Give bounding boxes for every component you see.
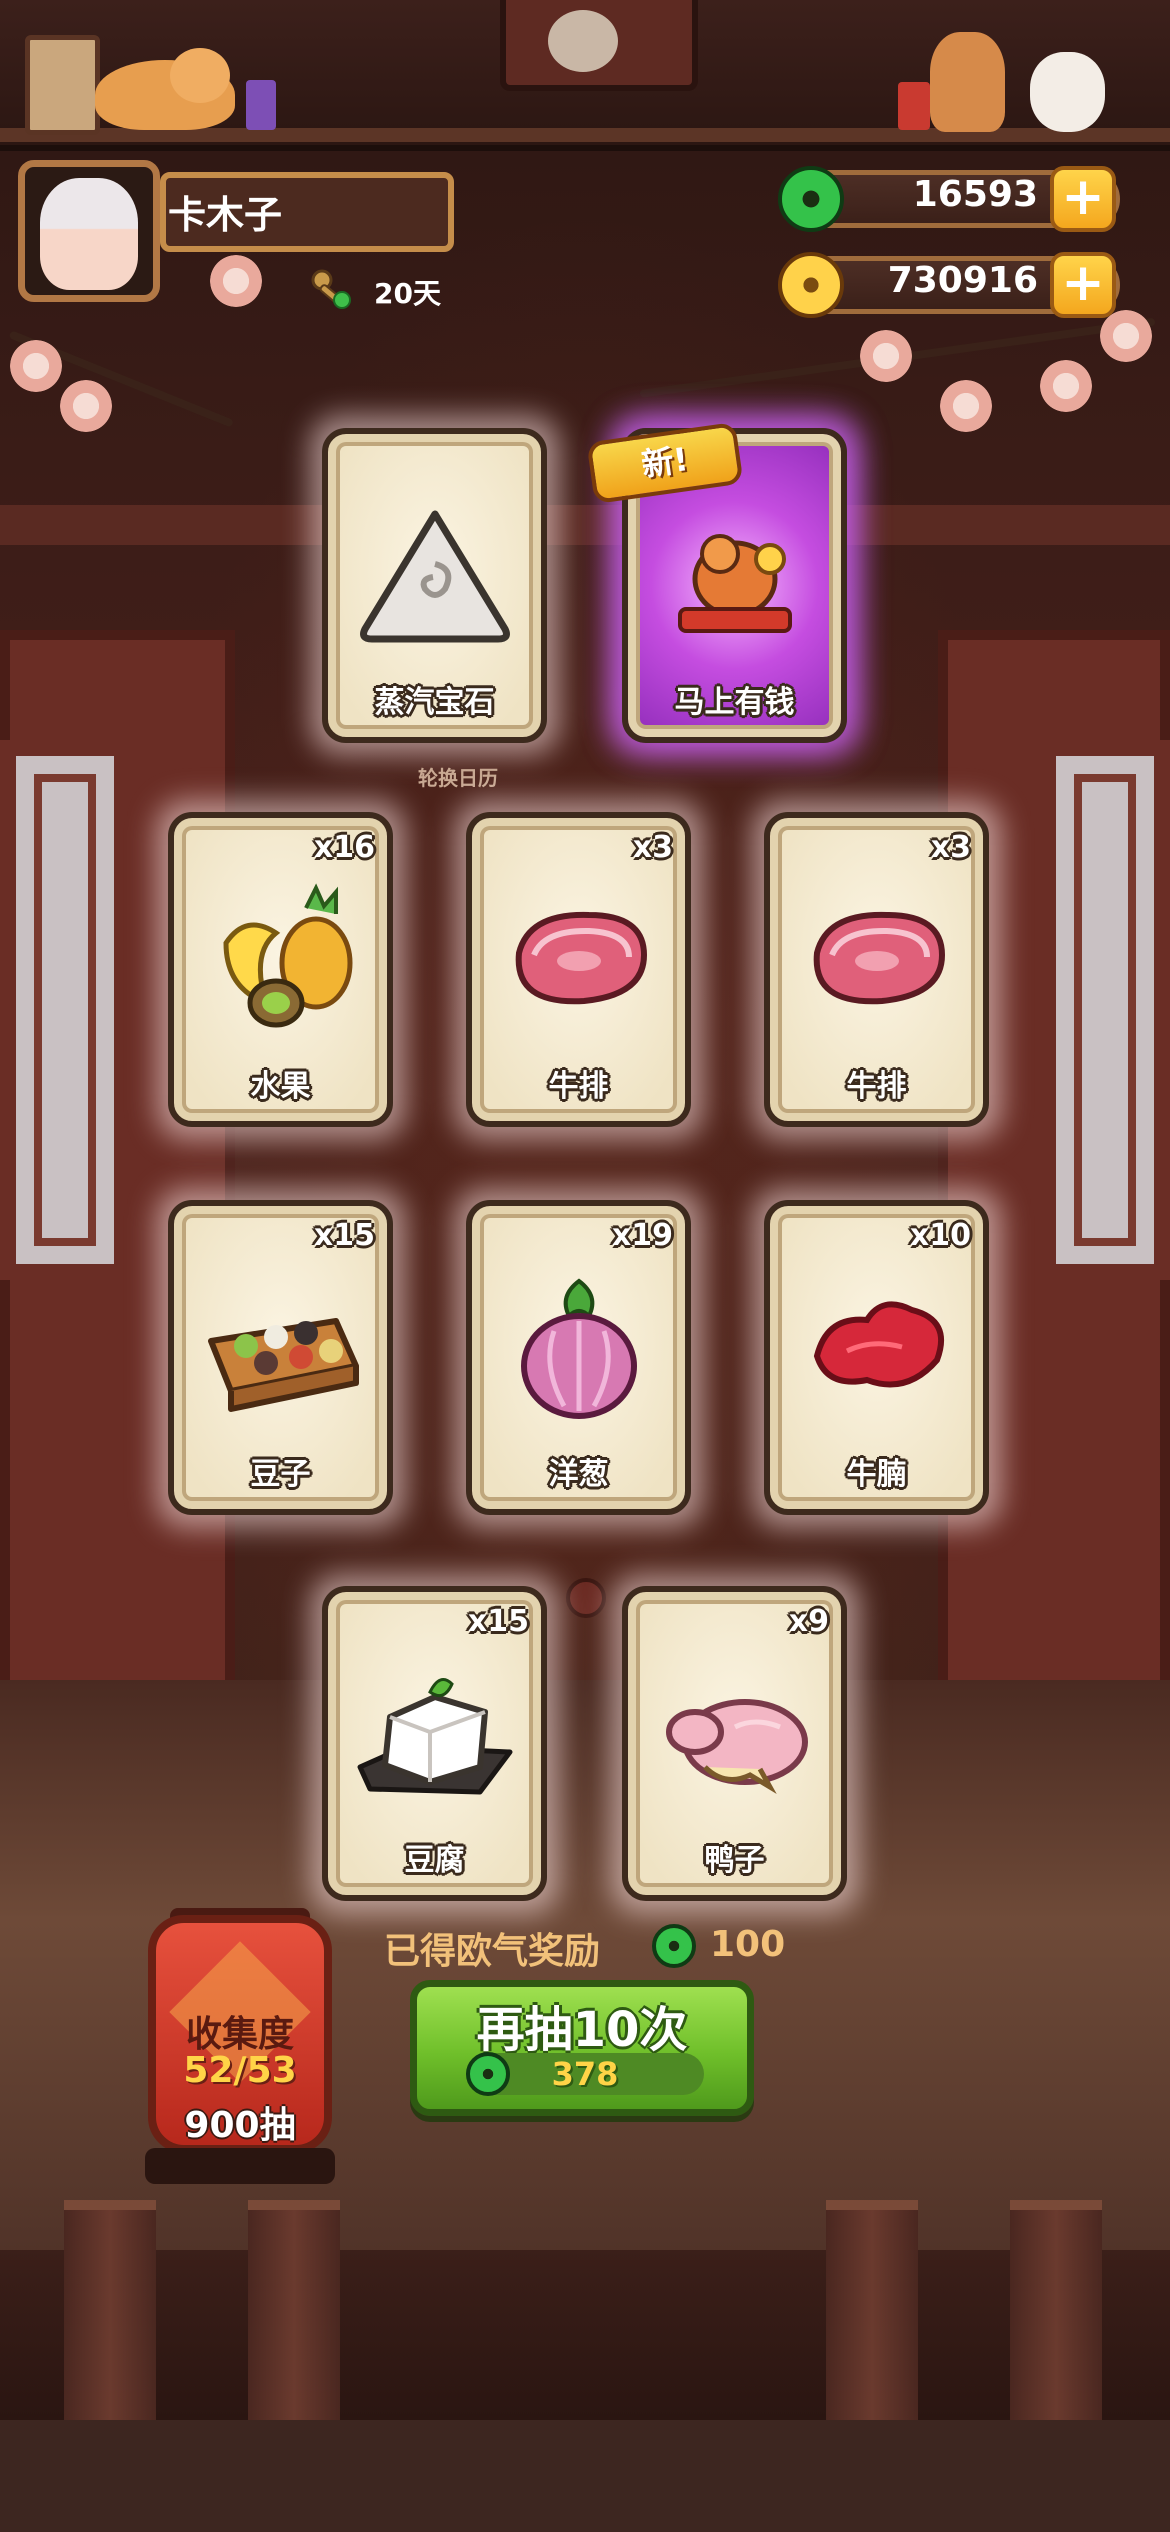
card-quantity: x9 (788, 1604, 829, 1639)
card-quantity: x3 (632, 830, 673, 865)
card-name: 牛排 (548, 1069, 609, 1104)
blossom-decor-icon (1100, 310, 1152, 362)
grandpa-portrait-icon (548, 10, 618, 72)
add-jade-button[interactable]: + (1050, 166, 1116, 232)
scroll-decor-icon (25, 35, 100, 135)
card-fruit[interactable]: x16 水果 (168, 812, 393, 1127)
card-beef-brisket[interactable]: x10 牛腩 (764, 1200, 989, 1515)
card-tofu[interactable]: x15 豆腐 (322, 1586, 547, 1901)
railing-post (1010, 2200, 1102, 2440)
jade-amount: 16593 (912, 174, 1038, 215)
card-steak-2[interactable]: x3 牛排 (764, 812, 989, 1127)
blossom-decor-icon (1040, 360, 1092, 412)
draw-cost: 378 (551, 2055, 619, 2093)
rotation-calendar-label: 轮换日历 (418, 766, 498, 790)
card-name: 蒸汽宝石 (374, 685, 495, 720)
purple-jar-decor-icon (246, 80, 276, 130)
duck-icon (665, 1698, 808, 1794)
card-onion[interactable]: x19 洋葱 (466, 1200, 691, 1515)
steak-icon (813, 911, 945, 1004)
card-beans[interactable]: x15 豆子 (168, 1200, 393, 1515)
tiger-cat-decor-icon (95, 48, 235, 130)
card-quantity: x15 (467, 1604, 529, 1639)
blossom-decor-icon (860, 330, 912, 382)
avatar-portrait-icon (40, 178, 138, 290)
card-name: 马上有钱 (674, 685, 795, 720)
card-name: 水果 (250, 1069, 311, 1104)
red-jar-decor-icon (898, 82, 930, 130)
fruit-icon (222, 882, 352, 1027)
card-duck[interactable]: x9 鸭子 (622, 1586, 847, 1901)
total-draws: 900抽 (184, 2105, 296, 2146)
jade-icon (466, 2052, 510, 2096)
right-window-decor (1040, 740, 1170, 1280)
railing-post (826, 2200, 918, 2440)
key-icon (311, 269, 351, 309)
jade-icon (778, 166, 844, 232)
add-coin-button[interactable]: + (1050, 252, 1116, 318)
ornament-knot-icon (566, 1578, 606, 1618)
reward-value: 100 (710, 1924, 786, 1965)
white-cat-decor-icon (1030, 52, 1105, 132)
girl-figure-decor-icon (930, 32, 1005, 132)
card-name: 牛排 (846, 1069, 907, 1104)
card-name: 洋葱 (548, 1457, 609, 1492)
card-steak-1[interactable]: x3 牛排 (466, 812, 691, 1127)
card-quantity: x15 (313, 1218, 375, 1253)
horse-money-icon (677, 533, 792, 633)
beef-brisket-icon (813, 1300, 944, 1387)
bottom-bar (0, 2420, 1170, 2532)
player-name: 卡木子 (168, 193, 283, 237)
jade-icon (652, 1924, 696, 1968)
tofu-icon (357, 1677, 512, 1794)
collection-progress: 52/53 (183, 2050, 297, 2091)
days-counter: 20天 (374, 277, 441, 310)
draw-again-label: 再抽10次 (476, 2002, 688, 2058)
card-quantity: x10 (909, 1218, 971, 1253)
coin-icon (778, 252, 844, 318)
blossom-decor-icon (10, 340, 62, 392)
blossom-decor-icon (210, 255, 262, 307)
railing-post (248, 2200, 340, 2440)
reward-label: 已得欧气奖励 (384, 1931, 601, 1972)
card-name: 牛腩 (846, 1457, 907, 1492)
blossom-decor-icon (60, 380, 112, 432)
card-name: 豆子 (250, 1457, 311, 1492)
room-beam (0, 505, 1170, 545)
card-quantity: x3 (930, 830, 971, 865)
left-window-decor (0, 740, 130, 1280)
railing-post (64, 2200, 156, 2440)
card-name: 鸭子 (704, 1843, 765, 1878)
blossom-decor-icon (940, 380, 992, 432)
onion-icon (520, 1277, 637, 1419)
lantern-stand (145, 2148, 335, 2184)
beans-icon (207, 1317, 359, 1412)
card-steam-gem[interactable]: 蒸汽宝石 (322, 428, 547, 743)
card-quantity: x19 (611, 1218, 673, 1253)
card-quantity: x16 (313, 830, 375, 865)
steak-icon (515, 911, 647, 1004)
card-name: 豆腐 (404, 1843, 465, 1878)
railing (0, 2250, 1170, 2420)
steam-gem-icon (359, 510, 510, 642)
coin-amount: 730916 (887, 260, 1038, 301)
